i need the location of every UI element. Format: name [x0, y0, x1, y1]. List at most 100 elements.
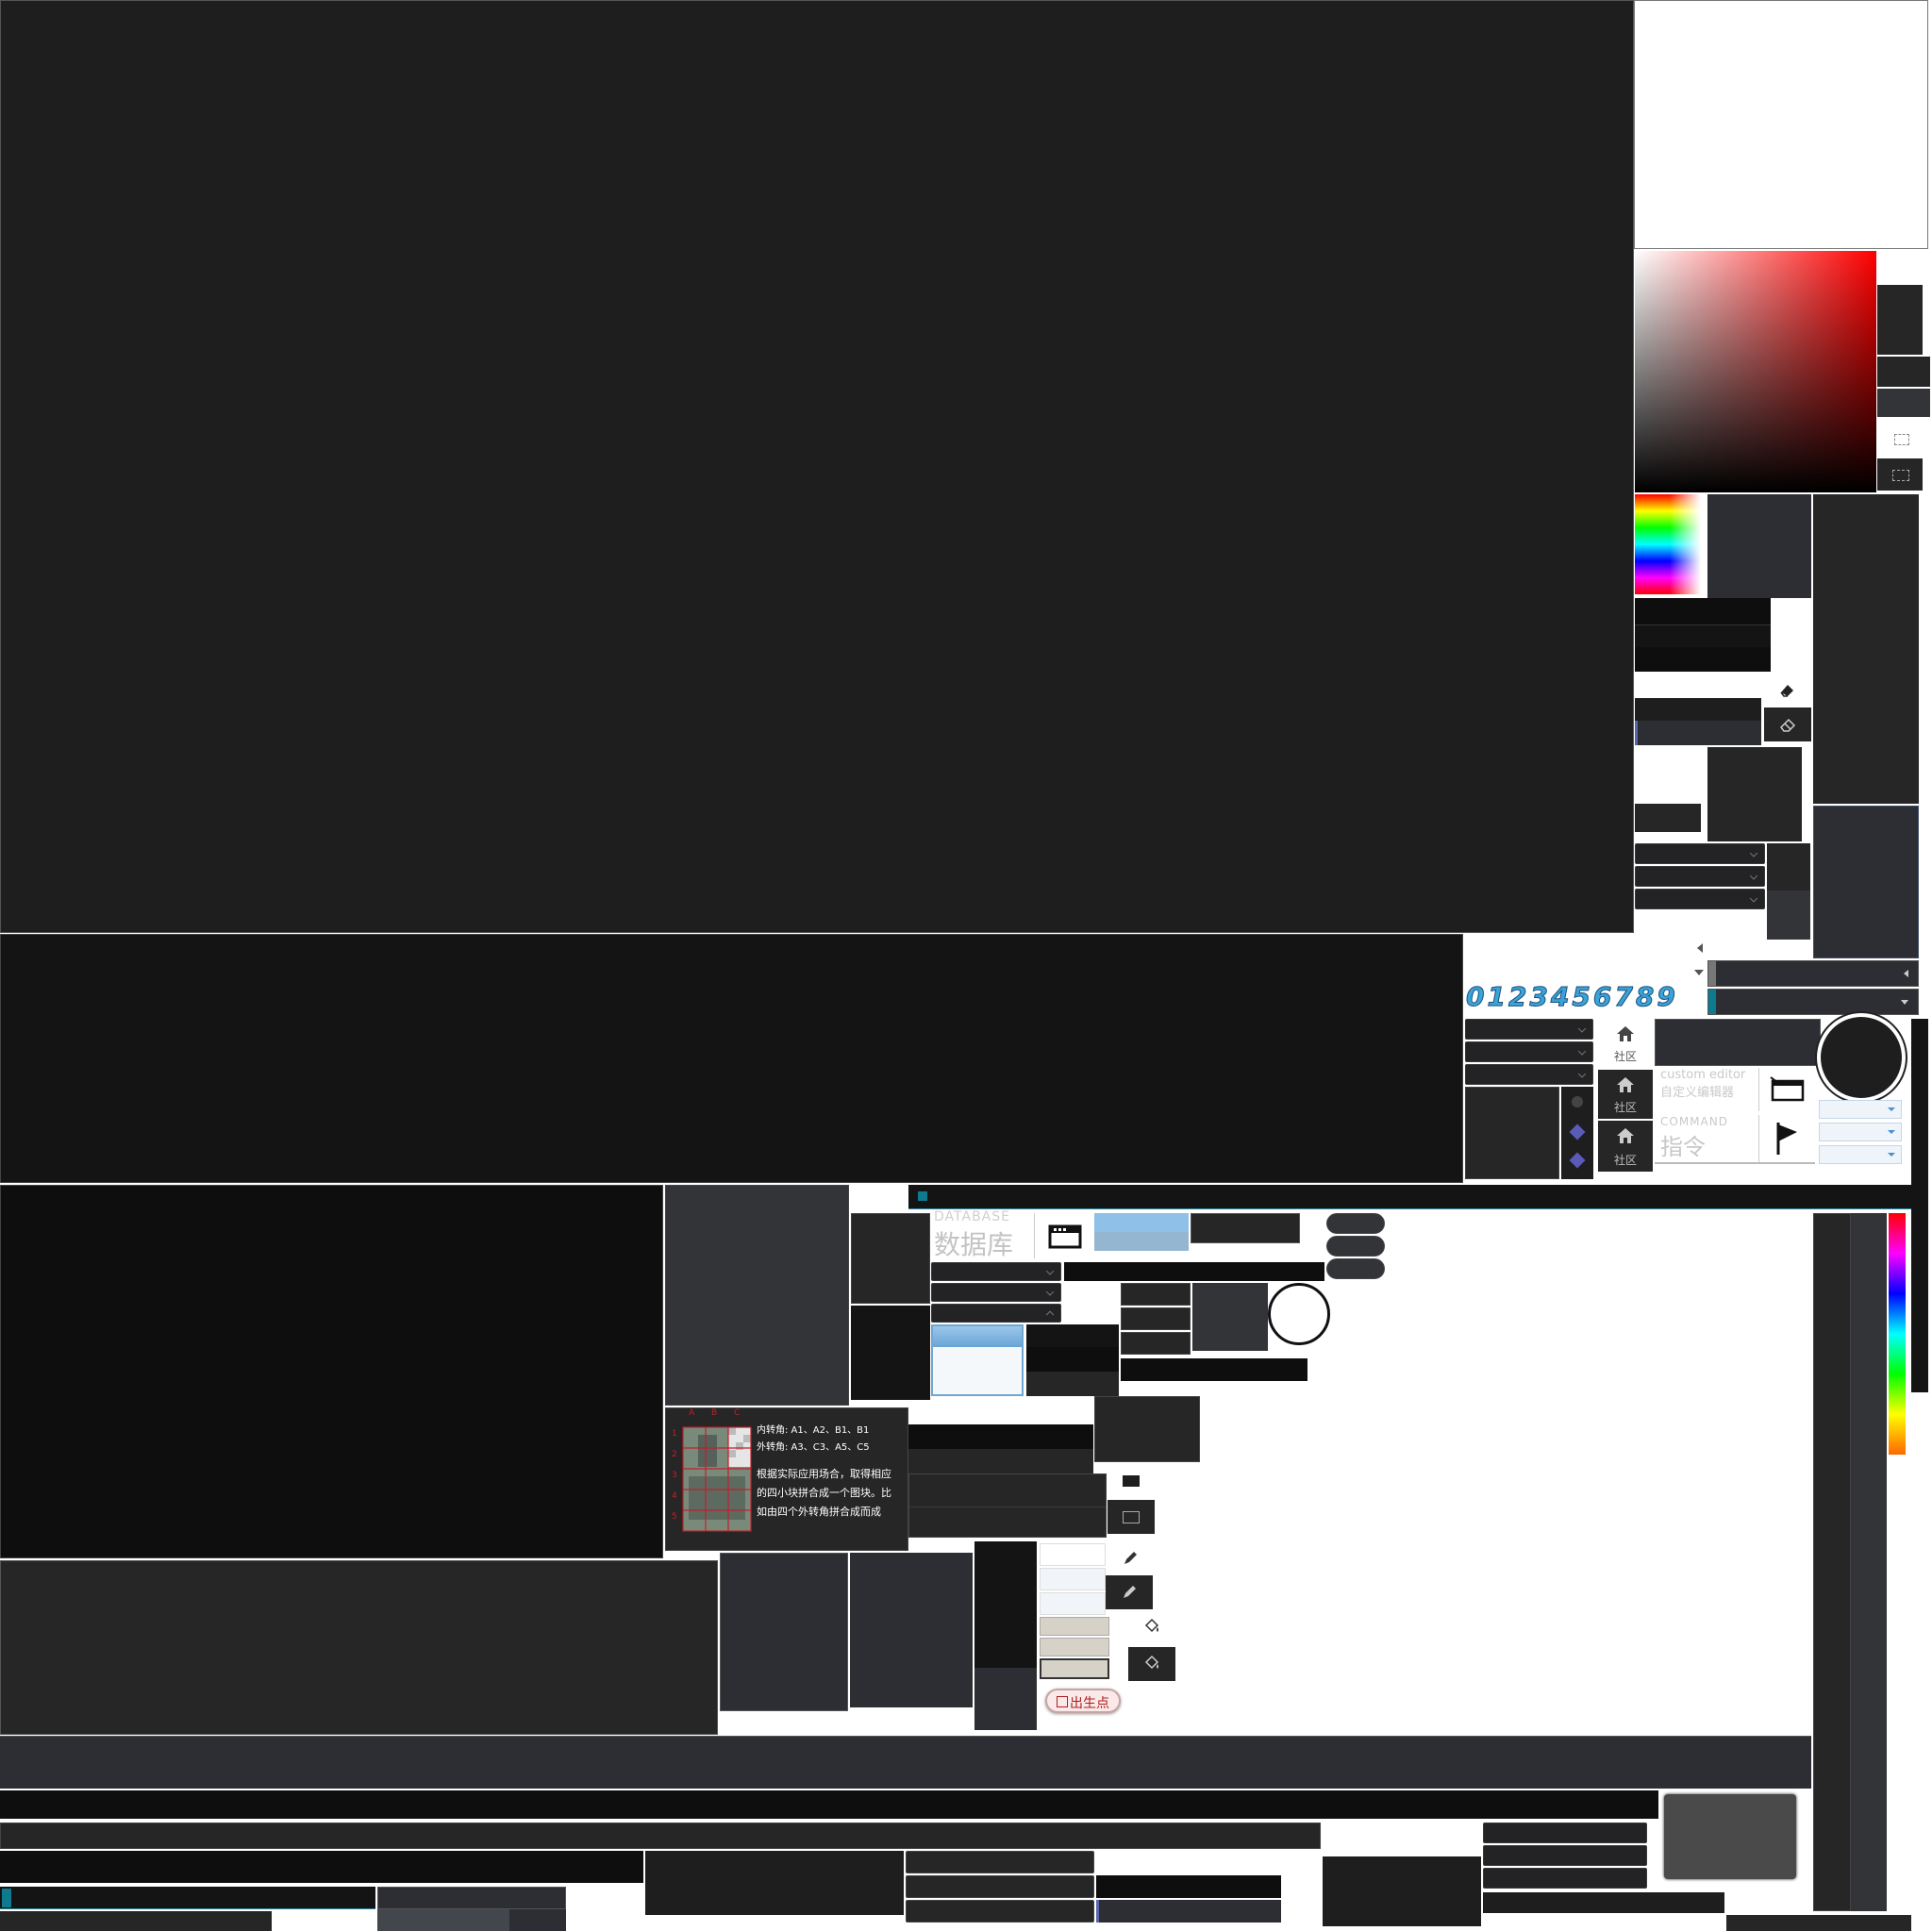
panel-box-f: [1192, 1283, 1268, 1351]
dropdown-5[interactable]: [1465, 1041, 1593, 1062]
eraser-icon: [1780, 718, 1796, 732]
hue-bar-vertical[interactable]: [1889, 1213, 1906, 1455]
stack-tab-2[interactable]: [906, 1875, 1094, 1898]
rect-tool-button[interactable]: [1108, 1500, 1155, 1534]
tile-row-3: 3: [672, 1471, 677, 1480]
beige-field-3[interactable]: [1040, 1658, 1109, 1679]
dropdown-6[interactable]: [1465, 1064, 1593, 1085]
saturation-value-square[interactable]: [1635, 251, 1876, 492]
tab-block-a[interactable]: [377, 1887, 566, 1909]
slider-bar-2[interactable]: [1707, 989, 1919, 1015]
panel-box-e: [851, 1306, 930, 1400]
bottom-bar-b: [377, 1909, 509, 1931]
command-icon-wrap[interactable]: [1758, 1115, 1811, 1162]
stack-tab-3[interactable]: [906, 1900, 1094, 1923]
vertical-track-1[interactable]: [1911, 1019, 1928, 1392]
long-bar-b: [1121, 1358, 1307, 1381]
dropdown-9[interactable]: [931, 1304, 1061, 1323]
light-field-1[interactable]: [1040, 1543, 1106, 1566]
light-dropdown-1[interactable]: [1819, 1100, 1902, 1119]
stack-tab-1[interactable]: [906, 1851, 1094, 1873]
bottom-left-panel: [0, 1560, 718, 1735]
bar-b: [1635, 624, 1771, 647]
swatch-dark-2: [1877, 357, 1930, 387]
selection-rect-icon[interactable]: [1894, 434, 1909, 445]
bar-f: [1635, 804, 1701, 832]
dropdown-3[interactable]: [1635, 889, 1765, 909]
database-en: DATABASE: [934, 1209, 1010, 1224]
panel-box-k: [1096, 1875, 1281, 1898]
stack-bar-1[interactable]: [1483, 1823, 1647, 1843]
left-arrow-icon[interactable]: [1697, 943, 1703, 953]
eraser-icon[interactable]: [1777, 681, 1796, 698]
light-field-2[interactable]: [1040, 1568, 1106, 1590]
custom-editor-label: custom editor 自定义编辑器: [1660, 1068, 1760, 1113]
preview-box: [1465, 1087, 1559, 1179]
selection-rect-button[interactable]: [1877, 458, 1923, 491]
lower-left-panel: [0, 1185, 663, 1558]
dark-button-a[interactable]: [1191, 1213, 1300, 1243]
wide-bar-3: [0, 1823, 1321, 1849]
light-field-3[interactable]: [1040, 1592, 1106, 1615]
beige-field-1[interactable]: [1040, 1617, 1109, 1636]
down-arrow-icon[interactable]: [1694, 970, 1704, 975]
cube-icon[interactable]: [1572, 1096, 1583, 1107]
stack-button-3[interactable]: [1121, 1332, 1191, 1355]
eraser-button[interactable]: [1764, 707, 1811, 741]
tile-hint-line2: 的四小块拼合成一个图块。比: [757, 1487, 891, 1499]
stack-bar-4: [1483, 1892, 1724, 1913]
database-icon-wrap[interactable]: [1034, 1213, 1091, 1258]
dropdown-7[interactable]: [931, 1262, 1061, 1281]
panel-box-i: [850, 1553, 973, 1707]
community-button-2[interactable]: 社区: [1598, 1070, 1653, 1119]
mid-bar-c: [908, 1473, 1107, 1538]
house-icon: [1617, 1128, 1634, 1143]
progress-bar-teal[interactable]: [0, 1887, 375, 1909]
cube-icon[interactable]: [1569, 1152, 1586, 1169]
community-button-3[interactable]: 社区: [1598, 1121, 1653, 1172]
light-dropdown-3[interactable]: [1819, 1145, 1902, 1164]
paint-bucket-icon[interactable]: [1141, 1617, 1162, 1638]
vertical-track-2[interactable]: [1813, 1213, 1851, 1911]
light-dropdown-2[interactable]: [1819, 1123, 1902, 1141]
tall-panel-right: [1813, 494, 1919, 651]
paint-bucket-button[interactable]: [1128, 1647, 1175, 1681]
light-blue-button[interactable]: [1094, 1213, 1189, 1251]
dropdown-2[interactable]: [1635, 866, 1765, 887]
pencil-icon[interactable]: [1121, 1549, 1140, 1568]
cube-icon[interactable]: [1569, 1124, 1586, 1140]
tall-panel-right-2: [1813, 651, 1919, 804]
outline-circle[interactable]: [1268, 1283, 1330, 1345]
pill-button-1[interactable]: [1326, 1213, 1385, 1234]
stack-bar-3[interactable]: [1483, 1868, 1647, 1889]
stack-panel-c: [1026, 1372, 1119, 1396]
tile-col-c: C: [734, 1408, 741, 1418]
wide-bar-1: [0, 1736, 1811, 1789]
toggle-column-b: [974, 1606, 1037, 1668]
dropdown-4[interactable]: [1465, 1019, 1593, 1040]
wide-bar-2: [0, 1790, 1658, 1819]
custom-editor-icon-wrap[interactable]: [1758, 1068, 1811, 1111]
pencil-button[interactable]: [1106, 1575, 1153, 1609]
window-icon: [1770, 1076, 1805, 1102]
dropdown-8[interactable]: [931, 1283, 1061, 1302]
stack-button-2[interactable]: [1121, 1307, 1191, 1330]
vertical-track-3[interactable]: [1851, 1213, 1887, 1911]
pill-button-2[interactable]: [1326, 1236, 1385, 1257]
spawn-point-badge[interactable]: 出生点: [1045, 1689, 1121, 1713]
dropdown-1[interactable]: [1635, 843, 1765, 864]
stack-bar-2[interactable]: [1483, 1845, 1647, 1866]
bottom-bar-a: [0, 1911, 272, 1931]
community-button-1[interactable]: 社区: [1598, 1019, 1653, 1068]
stack-button-1[interactable]: [1121, 1283, 1191, 1306]
long-bar-a: [1064, 1262, 1324, 1281]
pill-button-3[interactable]: [1326, 1258, 1385, 1279]
tile-hint-line3: 如由四个外转角拼合成而成: [757, 1506, 881, 1518]
slider-bar-1[interactable]: [1707, 960, 1919, 987]
beige-field-2[interactable]: [1040, 1638, 1109, 1656]
tile-hint-inner: 内转角: A1、A2、B1、B1: [757, 1425, 870, 1436]
database-zh: 数据库: [934, 1229, 1014, 1260]
big-circle-dark[interactable]: [1821, 1017, 1902, 1098]
color-preview-box: [1634, 0, 1928, 249]
gray-card[interactable]: [1664, 1794, 1796, 1879]
